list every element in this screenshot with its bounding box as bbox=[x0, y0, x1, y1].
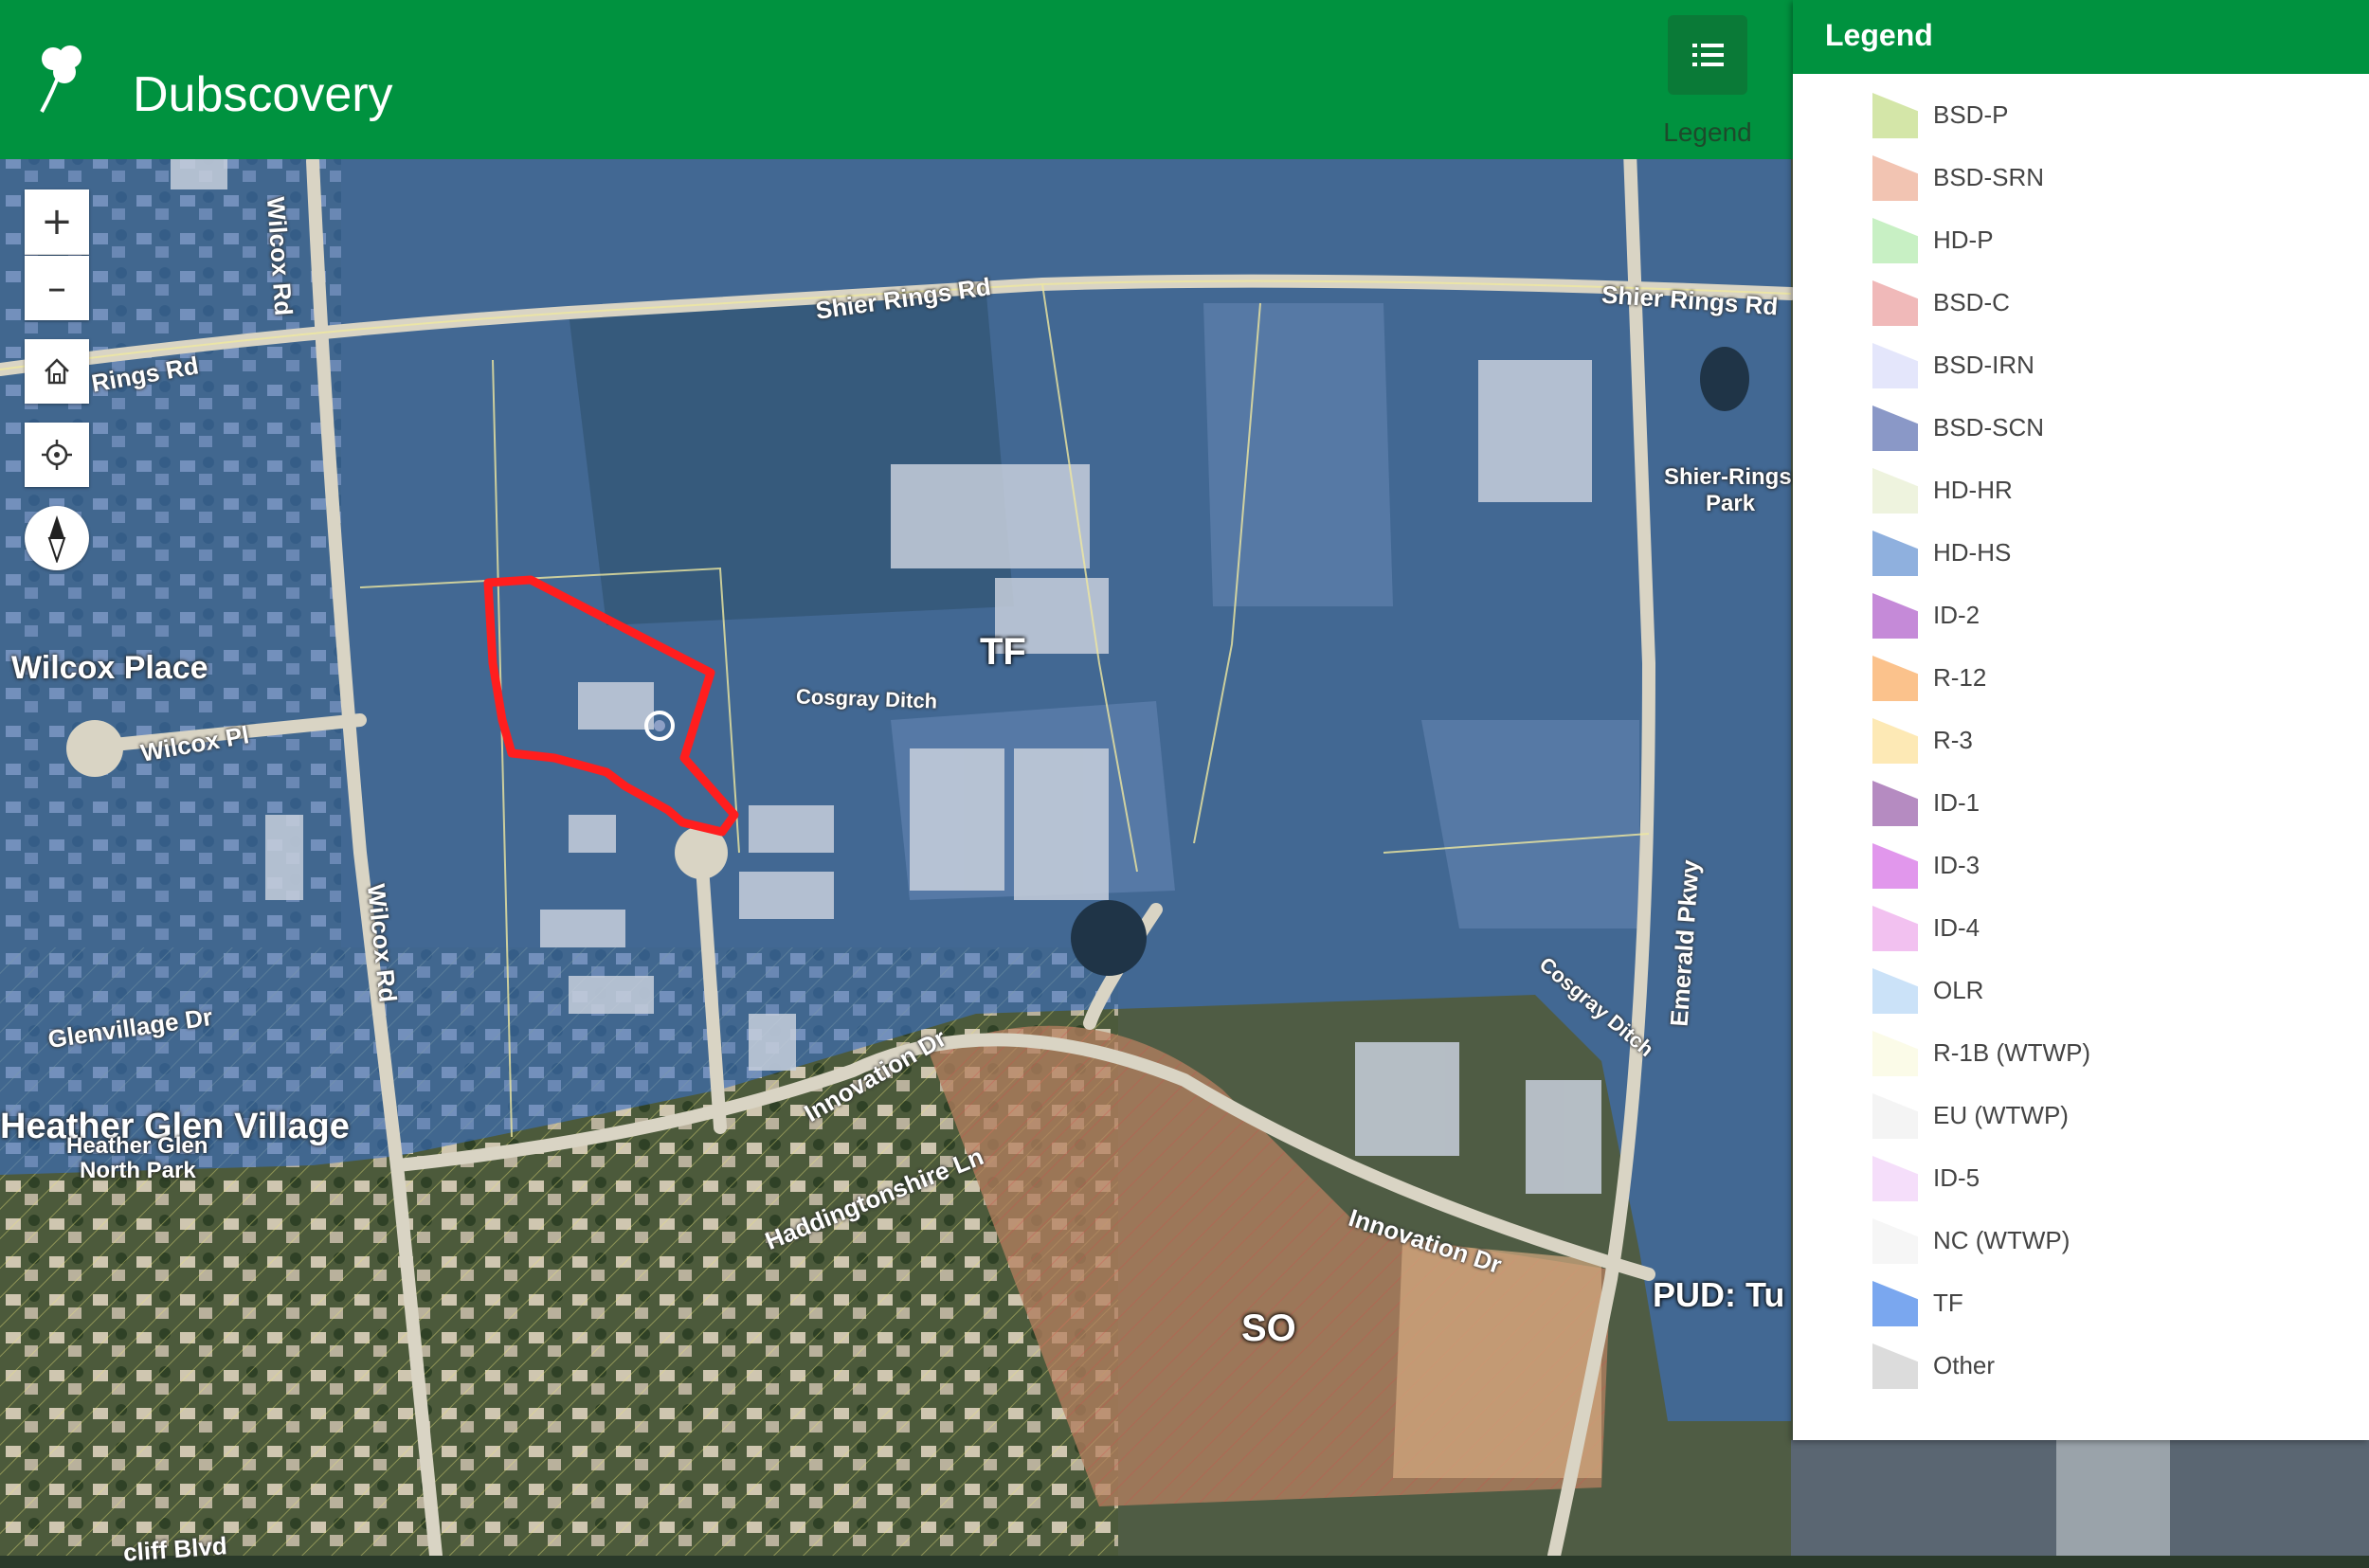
legend-swatch bbox=[1872, 343, 1918, 388]
legend-toggle-button[interactable] bbox=[1668, 15, 1747, 95]
legend-swatch bbox=[1872, 468, 1918, 514]
legend-label: BSD-SCN bbox=[1933, 413, 2045, 442]
legend-swatch bbox=[1872, 656, 1918, 701]
legend-swatch bbox=[1872, 1031, 1918, 1076]
legend-button-label: Legend bbox=[1663, 117, 1752, 147]
legend-title: Legend bbox=[1793, 0, 2369, 74]
legend-item: EU (WTWP) bbox=[1793, 1084, 2369, 1146]
legend-item: BSD-C bbox=[1793, 271, 2369, 333]
crosshair-icon bbox=[42, 440, 72, 470]
shamrock-logo-icon[interactable] bbox=[32, 38, 89, 114]
zone-label-pud: PUD: Tu bbox=[1653, 1275, 1785, 1314]
legend-swatch bbox=[1872, 1218, 1918, 1264]
legend-item: R-1B (WTWP) bbox=[1793, 1021, 2369, 1084]
home-icon bbox=[45, 358, 69, 385]
legend-panel: Legend BSD-P BSD-SRN HD-P BSD-C BSD-IRN BSD-S… bbox=[1793, 0, 2369, 1440]
legend-swatch bbox=[1872, 718, 1918, 764]
app-title: Dubscovery bbox=[133, 67, 393, 122]
place-label-shier-rings-park-1: Shier-Rings bbox=[1664, 464, 1792, 490]
legend-item: TF bbox=[1793, 1271, 2369, 1334]
legend-item: BSD-IRN bbox=[1793, 333, 2369, 396]
legend-item: BSD-SCN bbox=[1793, 396, 2369, 459]
legend-label: ID-1 bbox=[1933, 788, 1980, 817]
legend-label: BSD-SRN bbox=[1933, 163, 2045, 191]
list-icon bbox=[1692, 44, 1724, 66]
legend-label: R-12 bbox=[1933, 663, 1987, 692]
legend-swatch bbox=[1872, 218, 1918, 263]
locate-button[interactable] bbox=[25, 423, 89, 487]
zone-label-so: SO bbox=[1241, 1307, 1296, 1349]
legend-item: ID-3 bbox=[1793, 834, 2369, 896]
zoom-out-button[interactable]: – bbox=[25, 256, 89, 320]
legend-swatch bbox=[1872, 406, 1918, 451]
home-button[interactable] bbox=[25, 339, 89, 404]
place-label-heather-glen-park-1: Heather Glen bbox=[66, 1133, 208, 1159]
place-label-heather-glen-park-2: North Park bbox=[80, 1158, 196, 1183]
legend-item: Other bbox=[1793, 1334, 2369, 1397]
zoom-in-button[interactable]: + bbox=[25, 189, 89, 255]
legend-label: ID-3 bbox=[1933, 851, 1980, 879]
legend-swatch bbox=[1872, 968, 1918, 1014]
legend-label: EU (WTWP) bbox=[1933, 1101, 2069, 1129]
legend-label: NC (WTWP) bbox=[1933, 1226, 2071, 1254]
legend-item: HD-HR bbox=[1793, 459, 2369, 521]
road-label-cliff-blvd: cliff Blvd bbox=[122, 1531, 228, 1567]
compass-button[interactable] bbox=[25, 506, 89, 570]
legend-label: HD-HR bbox=[1933, 476, 2013, 504]
legend-swatch bbox=[1872, 531, 1918, 576]
legend-item: ID-4 bbox=[1793, 896, 2369, 959]
legend-swatch bbox=[1872, 155, 1918, 201]
legend-swatch bbox=[1872, 1281, 1918, 1326]
legend-swatch bbox=[1872, 280, 1918, 326]
legend-label: HD-P bbox=[1933, 225, 1994, 254]
legend-label: ID-4 bbox=[1933, 913, 1980, 942]
legend-label: OLR bbox=[1933, 976, 1984, 1004]
legend-label: ID-2 bbox=[1933, 601, 1980, 629]
legend-swatch bbox=[1872, 1093, 1918, 1139]
legend-swatch bbox=[1872, 1343, 1918, 1389]
legend-item: BSD-P bbox=[1793, 83, 2369, 146]
legend-item: HD-P bbox=[1793, 208, 2369, 271]
legend-label: ID-5 bbox=[1933, 1163, 1980, 1192]
legend-label: R-1B (WTWP) bbox=[1933, 1038, 2091, 1067]
legend-swatch bbox=[1872, 93, 1918, 138]
legend-swatch bbox=[1872, 781, 1918, 826]
legend-label: BSD-C bbox=[1933, 288, 2010, 316]
zone-label-tf: TF bbox=[980, 631, 1026, 673]
legend-swatch bbox=[1872, 593, 1918, 639]
legend-label: BSD-IRN bbox=[1933, 351, 2034, 379]
legend-label: R-3 bbox=[1933, 726, 1973, 754]
legend-swatch bbox=[1872, 906, 1918, 951]
legend-label: Other bbox=[1933, 1351, 1996, 1379]
legend-item: OLR bbox=[1793, 959, 2369, 1021]
legend-item: BSD-SRN bbox=[1793, 146, 2369, 208]
legend-item: R-3 bbox=[1793, 709, 2369, 771]
legend-swatch bbox=[1872, 1156, 1918, 1201]
legend-item: NC (WTWP) bbox=[1793, 1209, 2369, 1271]
compass-icon bbox=[47, 515, 66, 563]
legend-label: HD-HS bbox=[1933, 538, 2012, 567]
place-label-wilcox-place: Wilcox Place bbox=[11, 650, 208, 686]
legend-item: ID-5 bbox=[1793, 1146, 2369, 1209]
legend-item: R-12 bbox=[1793, 646, 2369, 709]
label-cosgray-ditch: Cosgray Ditch bbox=[795, 684, 938, 713]
legend-item: HD-HS bbox=[1793, 521, 2369, 584]
legend-label: TF bbox=[1933, 1289, 1963, 1317]
legend-item: ID-2 bbox=[1793, 584, 2369, 646]
legend-swatch bbox=[1872, 843, 1918, 889]
place-label-shier-rings-park-2: Park bbox=[1706, 491, 1756, 516]
legend-label: BSD-P bbox=[1933, 100, 2009, 129]
legend-item: ID-1 bbox=[1793, 771, 2369, 834]
